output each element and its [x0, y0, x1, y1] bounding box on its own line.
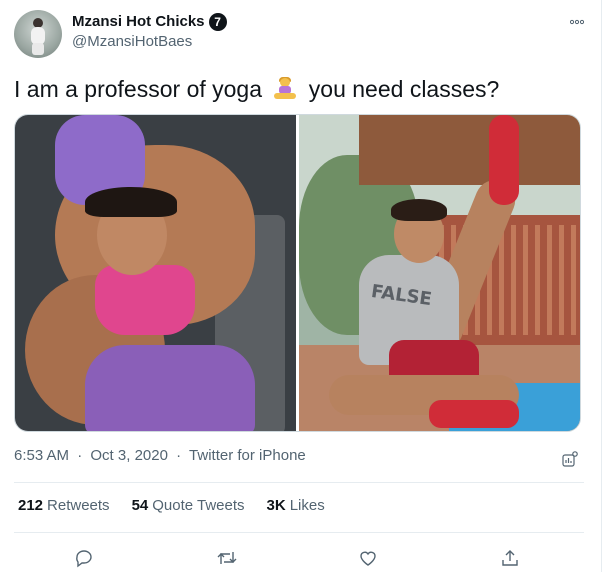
tweet-date[interactable]: Oct 3, 2020 [90, 447, 168, 464]
photo-left[interactable] [15, 115, 296, 431]
more-options-icon[interactable] [569, 12, 585, 28]
likes-label: Likes [289, 497, 325, 514]
tweet-source[interactable]: Twitter for iPhone [189, 447, 306, 464]
like-icon[interactable] [354, 544, 382, 572]
share-icon[interactable] [496, 544, 524, 572]
tweet-text: I am a professor of yoga you need classe… [14, 74, 584, 104]
retweets-count: 212 [18, 497, 44, 514]
quote-tweets-label: Quote Tweets [152, 497, 245, 514]
avatar[interactable] [14, 10, 62, 58]
retweet-icon[interactable] [213, 544, 241, 572]
tweet-actions [14, 540, 584, 572]
quote-tweets-count: 54 [131, 497, 149, 514]
badge-icon: 7 [208, 13, 227, 31]
display-name[interactable]: Mzansi Hot Chicks 7 [72, 12, 227, 32]
tweet-text-before: I am a professor of yoga [14, 76, 263, 102]
likes-count: 3K [266, 497, 286, 514]
tweet-media: FALSE [14, 114, 581, 432]
meta-separator: · [176, 447, 182, 464]
reply-icon[interactable] [70, 544, 98, 572]
retweets-stat[interactable]: 212 Retweets [18, 497, 110, 514]
photo-right[interactable]: FALSE [299, 115, 580, 431]
divider [14, 482, 584, 483]
meta-separator: · [77, 447, 83, 464]
tweet-text-after: you need classes? [308, 76, 500, 102]
likes-stat[interactable]: 3K Likes [267, 497, 325, 514]
user-handle[interactable]: @MzansiHotBaes [72, 32, 227, 52]
tweet-time[interactable]: 6:53 AM [14, 447, 69, 464]
analytics-icon[interactable] [562, 450, 578, 468]
person-in-lotus-position-emoji [274, 77, 297, 100]
quote-tweets-stat[interactable]: 54 Quote Tweets [132, 497, 245, 514]
timeline-border [601, 0, 602, 572]
user-names: Mzansi Hot Chicks 7 @MzansiHotBaes [72, 12, 227, 52]
display-name-text[interactable]: Mzansi Hot Chicks [72, 12, 205, 32]
tweet-header: Mzansi Hot Chicks 7 @MzansiHotBaes [14, 8, 585, 60]
divider [14, 532, 584, 533]
retweets-label: Retweets [47, 497, 110, 514]
tweet-stats: 212 Retweets 54 Quote Tweets 3K Likes [18, 497, 325, 514]
tweet-meta: 6:53 AM · Oct 3, 2020 · Twitter for iPho… [14, 447, 306, 464]
